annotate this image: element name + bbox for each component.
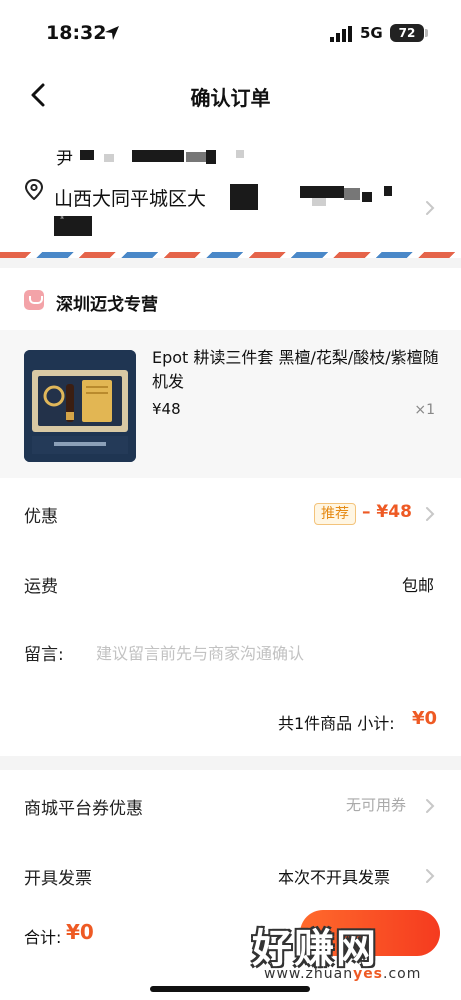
watermark-url-suffix: .com: [383, 966, 422, 982]
product-item[interactable]: Epot 耕读三件套 黑檀/花梨/酸枝/紫檀随机发 ¥48 ×1: [0, 330, 461, 478]
order-details: 优惠 推荐 – ¥48 运费 包邮 留言: 建议留言前先与商家沟通确认 共1件商…: [0, 478, 461, 756]
coupon-label: 商城平台券优惠: [24, 799, 143, 819]
address-line: 山西大同平城区大: [54, 188, 207, 210]
shop-name: 深圳迈戈专营: [56, 295, 158, 315]
platform-options: 商城平台券优惠 无可用券 开具发票 本次不开具发票: [0, 770, 461, 912]
network-label: 5G: [360, 24, 383, 42]
privacy-mask: [80, 150, 94, 160]
shop-icon: [24, 290, 44, 310]
battery-cap: [425, 29, 428, 37]
shipping-label: 运费: [24, 577, 58, 597]
address-card[interactable]: 尹 山西大同平城区大 宝: [0, 128, 461, 258]
privacy-mask: [362, 192, 372, 202]
subtotal-value: ¥0: [412, 708, 438, 729]
total-label: 合计:: [24, 928, 62, 947]
privacy-mask: [230, 184, 258, 210]
product-price: ¥48: [152, 400, 181, 418]
shop-header[interactable]: 深圳迈戈专营: [0, 268, 461, 330]
privacy-mask: [104, 154, 114, 162]
airmail-border: [0, 252, 461, 258]
product-quantity: ×1: [414, 402, 435, 418]
message-label: 留言:: [24, 645, 64, 665]
nav-bar: 确认订单: [0, 62, 461, 128]
message-row[interactable]: 留言: 建议留言前先与商家沟通确认: [0, 616, 461, 684]
product-image: [24, 350, 136, 462]
product-title: Epot 耕读三件套 黑檀/花梨/酸枝/紫檀随机发: [152, 348, 439, 391]
watermark-url-prefix: www.zhuan: [264, 966, 354, 982]
watermark-url-highlight: yes: [353, 966, 384, 982]
invoice-value: 本次不开具发票: [278, 868, 391, 887]
page-title: 确认订单: [190, 86, 271, 110]
privacy-mask: [236, 150, 244, 158]
discount-value: – ¥48: [362, 502, 412, 522]
coupon-value: 无可用券: [346, 796, 407, 814]
invoice-label: 开具发票: [24, 869, 92, 889]
chevron-right-icon: [426, 799, 435, 813]
discount-label: 优惠: [24, 507, 58, 527]
total-value: ¥0: [66, 920, 94, 944]
chevron-right-icon: [426, 201, 435, 215]
invoice-row[interactable]: 开具发票 本次不开具发票: [0, 840, 461, 908]
coupon-row[interactable]: 商城平台券优惠 无可用券: [0, 770, 461, 838]
privacy-mask: [186, 152, 206, 162]
address-line-2: 宝: [60, 214, 64, 219]
privacy-mask: [344, 188, 360, 200]
message-input[interactable]: 建议留言前先与商家沟通确认: [96, 640, 304, 664]
discount-row[interactable]: 优惠 推荐 – ¥48: [0, 478, 461, 546]
subtotal-row: 共1件商品 小计: ¥0: [0, 686, 461, 754]
shipping-value: 包邮: [402, 576, 435, 595]
watermark-url: www.zhuanyes.com: [264, 966, 421, 982]
status-time: 18:32: [46, 22, 107, 44]
product-image-art: [24, 350, 136, 462]
recipient-name: 尹: [56, 149, 73, 169]
chevron-right-icon: [426, 507, 435, 521]
privacy-mask: [312, 198, 326, 206]
chevron-right-icon: [426, 869, 435, 883]
privacy-mask: [206, 150, 216, 164]
subtotal-label: 共1件商品 小计:: [278, 714, 395, 733]
location-pin-icon: [24, 178, 44, 200]
watermark: 好赚网 www.zhuanyes.com: [252, 916, 452, 992]
shipping-row: 运费 包邮: [0, 548, 461, 616]
recommend-tag: 推荐: [314, 503, 356, 525]
privacy-mask: [132, 150, 184, 162]
location-arrow-icon: [105, 26, 119, 40]
privacy-mask: [384, 186, 392, 196]
signal-icon: [330, 26, 352, 42]
status-bar: 18:32 5G 72: [0, 0, 461, 62]
privacy-mask: [300, 186, 344, 198]
battery-icon: 72: [390, 24, 424, 42]
